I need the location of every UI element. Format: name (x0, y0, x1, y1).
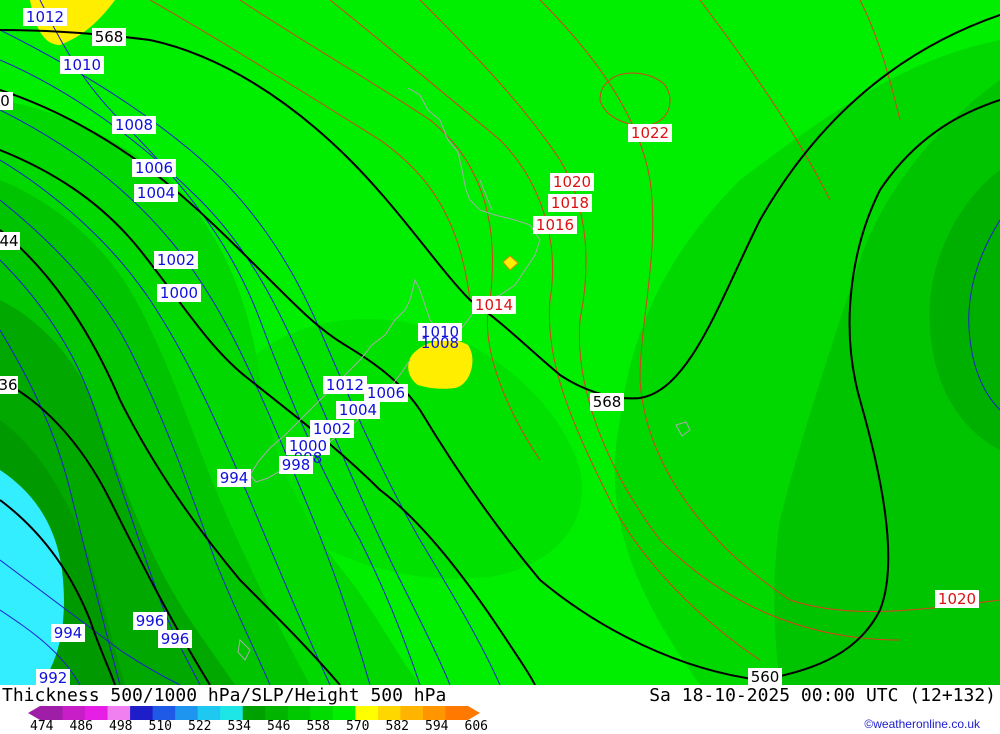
color-scale-swatch (422, 706, 446, 720)
color-scale-swatch (40, 706, 64, 720)
color-scale-tick: 522 (188, 719, 212, 734)
slp-label: 1008 (115, 116, 153, 134)
height-label: 0 (0, 92, 10, 110)
color-scale-tick: 594 (425, 719, 449, 734)
credit-link[interactable]: ©weatheronline.co.uk (864, 717, 980, 731)
color-scale-tick: 606 (464, 719, 488, 734)
color-scale-ticks: 474 486 498 510 522 534 546 558 570 582 594 606 (30, 719, 510, 734)
slp-label: 1012 (326, 376, 364, 394)
slp-label: 1010 (63, 56, 101, 74)
color-scale-swatch (400, 706, 424, 720)
height-label: 568 (95, 28, 124, 46)
slp-label: 996 (136, 612, 165, 630)
slp-label: 992 (39, 669, 68, 685)
color-scale-bar (28, 706, 480, 720)
color-scale-tick: 498 (109, 719, 133, 734)
weather-map: 1012 1010 1008 1006 1004 1002 1000 994 9… (0, 0, 1000, 685)
slp-label: 1020 (553, 173, 591, 191)
slp-label: 1006 (135, 159, 173, 177)
slp-label: 1002 (157, 251, 195, 269)
color-scale-tick: 582 (385, 719, 409, 734)
color-scale-swatch (85, 706, 109, 720)
slp-label: 996 (161, 630, 190, 648)
map-footer: Thickness 500/1000 hPa/SLP/Height 500 hP… (0, 685, 1000, 734)
color-scale-swatch (287, 706, 311, 720)
slp-label: 1014 (475, 296, 513, 314)
slp-label: 998 (282, 456, 311, 474)
color-scale-tick: 510 (148, 719, 172, 734)
color-scale-tick: 474 (30, 719, 54, 734)
color-scale-swatch (310, 706, 334, 720)
color-scale-swatch (152, 706, 176, 720)
color-scale-arrow-left (28, 706, 40, 720)
color-scale-arrow-right (468, 706, 480, 720)
height-label: 560 (751, 668, 780, 685)
color-scale-swatch (445, 706, 469, 720)
slp-label: 1004 (137, 184, 175, 202)
color-scale-swatch (130, 706, 154, 720)
slp-label: 1008 (421, 334, 459, 352)
color-scale-tick: 534 (227, 719, 251, 734)
color-scale-swatch (197, 706, 221, 720)
color-scale-swatch (332, 706, 356, 720)
slp-label: 1016 (536, 216, 574, 234)
color-scale-swatch (377, 706, 401, 720)
color-scale-tick: 570 (346, 719, 370, 734)
height-label: 36 (0, 376, 18, 394)
color-scale-swatch (265, 706, 289, 720)
slp-label: 1004 (339, 401, 377, 419)
slp-label: 1000 (160, 284, 198, 302)
color-scale-tick: 486 (69, 719, 93, 734)
slp-label: 1018 (551, 194, 589, 212)
slp-label: 1022 (631, 124, 669, 142)
color-scale-tick: 558 (306, 719, 330, 734)
color-scale-swatch (220, 706, 244, 720)
color-scale-swatch (62, 706, 86, 720)
slp-label: 994 (220, 469, 249, 487)
valid-time: Sa 18-10-2025 00:00 UTC (12+132) (649, 685, 996, 706)
height-label: 568 (593, 393, 622, 411)
slp-label: 1006 (367, 384, 405, 402)
slp-label: 1020 (938, 590, 976, 608)
color-scale-swatch (355, 706, 379, 720)
slp-label: 994 (54, 624, 83, 642)
color-scale-swatch (175, 706, 199, 720)
slp-label: 1002 (313, 420, 351, 438)
color-scale-tick: 546 (267, 719, 291, 734)
color-scale-swatch (242, 706, 266, 720)
slp-label: 1012 (26, 8, 64, 26)
chart-title: Thickness 500/1000 hPa/SLP/Height 500 hP… (2, 685, 447, 706)
height-label: 44 (0, 232, 19, 250)
color-scale-swatch (107, 706, 131, 720)
